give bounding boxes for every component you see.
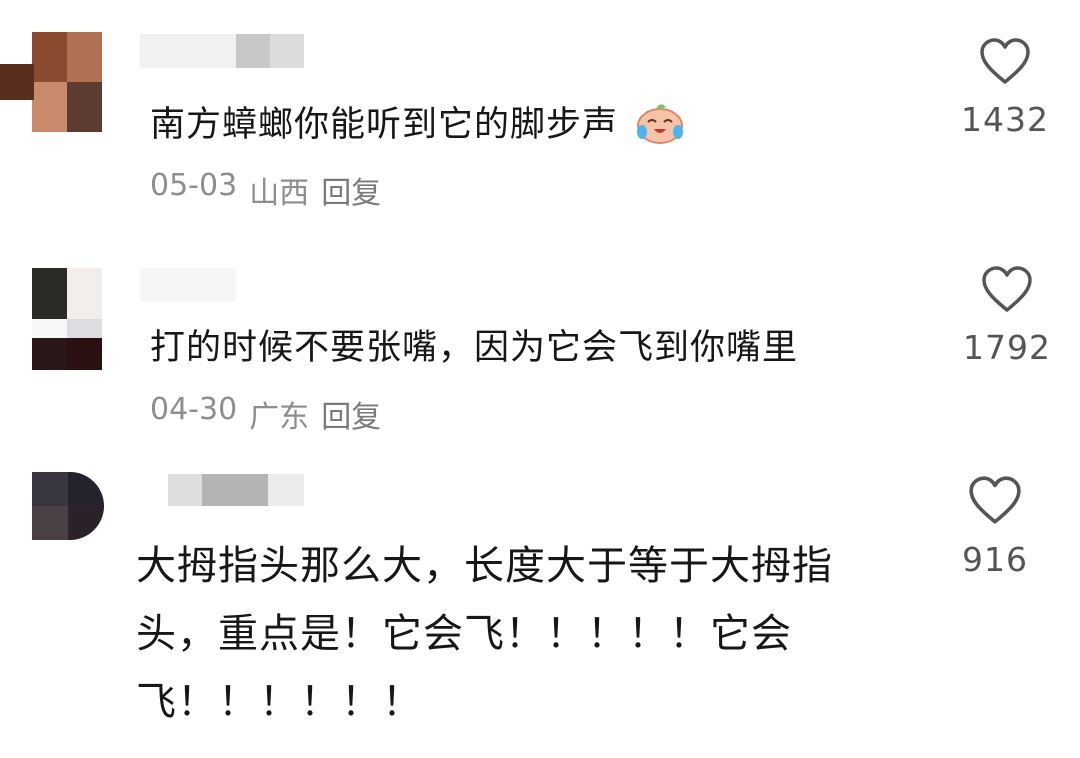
- heart-outline-icon: [969, 476, 1021, 524]
- heart-outline-icon: [980, 38, 1030, 84]
- comment-meta: 05-03 山西 回复: [150, 168, 381, 212]
- username-blurred[interactable]: [140, 34, 304, 68]
- like-button[interactable]: 1792: [952, 266, 1062, 367]
- avatar-edge: [0, 64, 34, 100]
- like-button[interactable]: 1432: [950, 38, 1060, 139]
- like-count: 916: [962, 540, 1028, 579]
- heart-outline-icon: [982, 266, 1032, 312]
- like-count: 1792: [963, 328, 1051, 367]
- comment-text: 大拇指头那么大，长度大于等于大拇指头，重点是！它会飞！！！！！它会飞！！！！！！: [136, 543, 833, 725]
- comment-location: 山西: [249, 176, 310, 211]
- comment-text: 打的时候不要张嘴，因为它会飞到你嘴里: [150, 328, 799, 368]
- comment-date: 04-30: [150, 392, 238, 427]
- reply-button[interactable]: 回复: [321, 168, 381, 212]
- reply-button[interactable]: 回复: [321, 392, 381, 436]
- crying-laughing-emoji-icon: [634, 100, 686, 155]
- comment-location: 广东: [249, 400, 310, 435]
- username-blurred[interactable]: [168, 474, 304, 506]
- avatar-bottom: [32, 338, 102, 370]
- username-blurred[interactable]: [140, 268, 236, 302]
- avatar[interactable]: [32, 32, 102, 132]
- like-button[interactable]: 916: [940, 476, 1050, 579]
- avatar[interactable]: [32, 472, 104, 540]
- comment-meta: 04-30 广东 回复: [150, 392, 381, 436]
- comment-text: 南方蟑螂你能听到它的脚步声: [150, 100, 686, 155]
- comment-date: 05-03: [150, 168, 238, 203]
- like-count: 1432: [961, 100, 1049, 139]
